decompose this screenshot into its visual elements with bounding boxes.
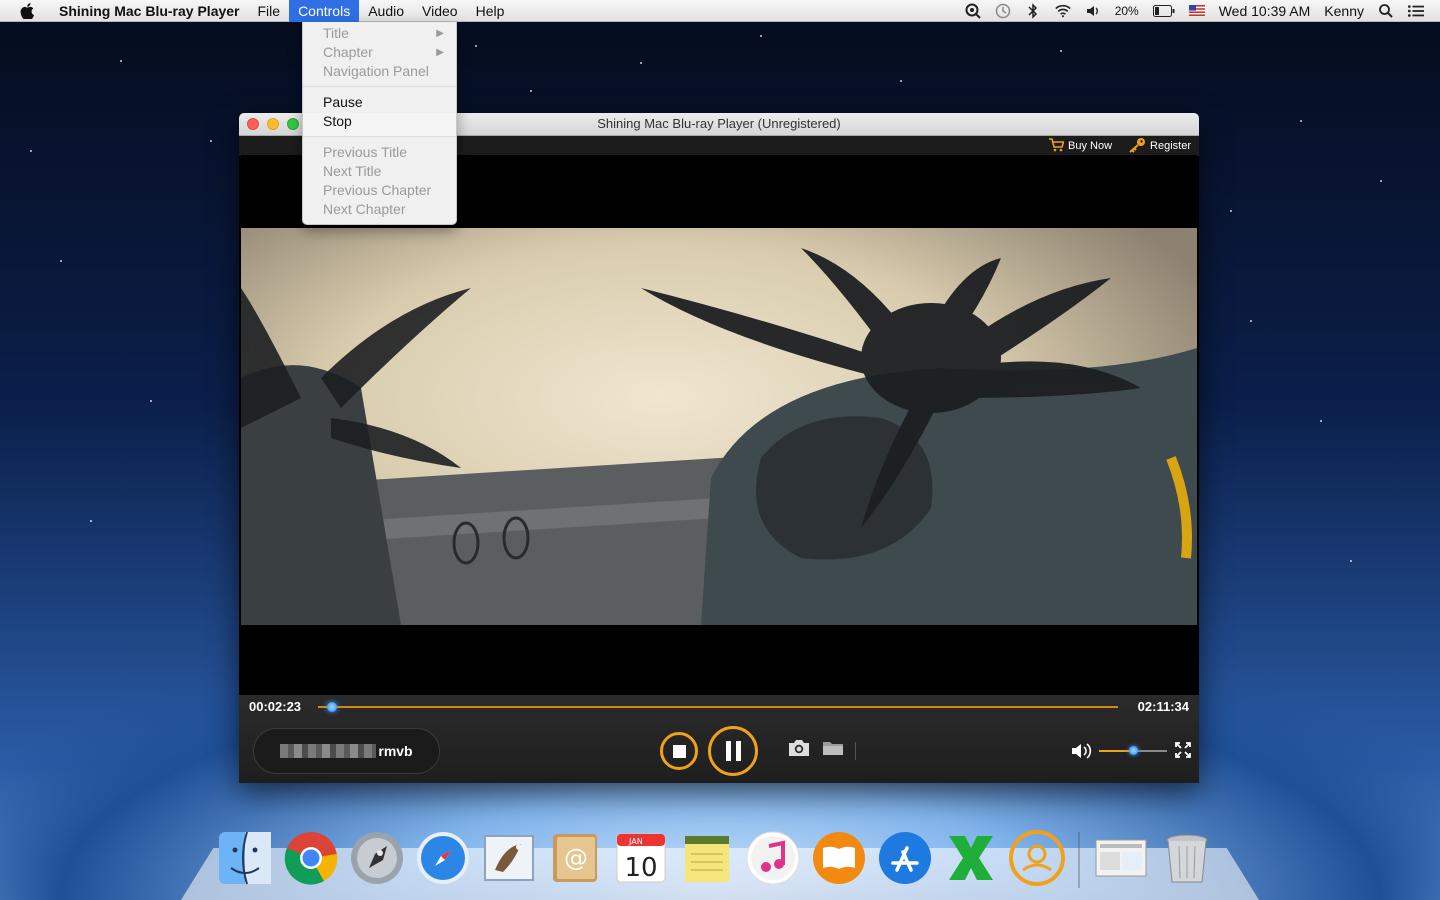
pause-button[interactable] <box>708 726 758 776</box>
menu-audio[interactable]: Audio <box>359 0 413 22</box>
submenu-arrow-icon: ▶ <box>436 28 444 39</box>
menu-item-title-label: Title <box>323 25 349 41</box>
seek-handle[interactable] <box>327 702 338 712</box>
battery-percent: 20% <box>1114 3 1139 18</box>
snapshot-camera-icon[interactable] <box>787 739 811 762</box>
zoom-window-button[interactable] <box>287 118 299 130</box>
cart-icon <box>1048 137 1065 155</box>
notes-icon[interactable] <box>678 828 736 888</box>
fullscreen-icon[interactable] <box>1175 742 1191 763</box>
finder-icon[interactable] <box>216 828 274 888</box>
obscured-filename <box>280 744 377 758</box>
player-icon[interactable] <box>1008 828 1066 888</box>
menu-file[interactable]: File <box>249 0 290 22</box>
volume-status-icon[interactable] <box>1085 3 1101 19</box>
menu-item-next-title[interactable]: Next Title <box>303 162 456 181</box>
bluetooth-icon[interactable] <box>1025 2 1041 19</box>
menu-help[interactable]: Help <box>467 0 514 22</box>
calendar-month: JAN <box>628 837 643 846</box>
menu-item-stop[interactable]: Stop <box>303 112 456 131</box>
safari-icon[interactable] <box>414 828 472 888</box>
menu-separator <box>303 136 456 137</box>
trash-icon[interactable] <box>1158 828 1216 888</box>
app-store-icon[interactable] <box>876 828 934 888</box>
volume-handle[interactable] <box>1128 746 1138 755</box>
video-area[interactable] <box>241 155 1197 695</box>
window-controls <box>247 118 299 130</box>
key-icon <box>1128 137 1146 156</box>
menu-item-next-chapter[interactable]: Next Chapter <box>303 200 456 219</box>
mail-icon[interactable] <box>480 828 538 888</box>
menu-item-chapter-label: Chapter <box>323 44 373 60</box>
time-row: 00:02:23 02:11:34 <box>239 695 1199 717</box>
menu-controls[interactable]: Controls <box>289 0 360 22</box>
apple-icon[interactable] <box>18 2 36 19</box>
battery-icon[interactable] <box>1152 3 1175 19</box>
pause-icon <box>725 741 731 761</box>
chrome-icon[interactable] <box>282 828 340 888</box>
time-machine-icon[interactable] <box>995 3 1011 19</box>
controls-menu: Title ▶ Chapter ▶ Navigation Panel Pause… <box>302 22 457 225</box>
menu-item-previous-chapter[interactable]: Previous Chapter <box>303 181 456 200</box>
register-label: Register <box>1150 140 1191 152</box>
video-frame-image <box>241 248 1197 625</box>
launchpad-icon[interactable] <box>348 828 406 888</box>
flag-us-icon[interactable] <box>1188 3 1205 19</box>
file-name-display: rmvb <box>253 728 440 774</box>
stop-icon <box>672 744 686 758</box>
excel-icon[interactable] <box>942 828 1000 888</box>
menu-item-navigation-panel[interactable]: Navigation Panel <box>303 62 456 81</box>
clock[interactable]: Wed 10:39 AM <box>1219 3 1311 19</box>
dock: @ JAN 10 <box>212 818 1220 888</box>
submenu-arrow-icon: ▶ <box>436 47 444 58</box>
ibooks-icon[interactable] <box>810 828 868 888</box>
duration-time: 02:11:34 <box>1137 698 1189 714</box>
itunes-icon[interactable] <box>744 828 802 888</box>
svg-text:@: @ <box>564 844 588 872</box>
calendar-icon[interactable]: JAN 10 <box>612 828 670 888</box>
seek-bar[interactable] <box>318 706 1118 708</box>
menu-app-name[interactable]: Shining Mac Blu-ray Player <box>50 0 249 22</box>
spotlight-search-icon[interactable] <box>1378 3 1394 19</box>
contacts-icon[interactable]: @ <box>546 828 604 888</box>
stop-button[interactable] <box>660 732 698 770</box>
menu-bar: Shining Mac Blu-ray Player File Controls… <box>0 0 1440 22</box>
wifi-icon[interactable] <box>1054 3 1071 19</box>
open-folder-icon[interactable] <box>822 739 844 762</box>
notification-center-icon[interactable] <box>1408 3 1424 19</box>
control-divider <box>855 742 856 760</box>
menu-item-previous-title[interactable]: Previous Title <box>303 143 456 162</box>
current-time: 00:02:23 <box>249 698 302 714</box>
menu-item-pause[interactable]: Pause <box>303 93 456 112</box>
volume-speaker-icon[interactable] <box>1071 742 1093 765</box>
close-window-button[interactable] <box>247 118 259 130</box>
register-button[interactable]: Register <box>1128 137 1191 156</box>
spotlight-extra-icon[interactable] <box>965 3 981 19</box>
minimize-window-button[interactable] <box>267 118 279 130</box>
buy-now-button[interactable]: Buy Now <box>1048 137 1113 155</box>
file-extension: rmvb <box>378 743 413 759</box>
pause-icon <box>735 741 741 761</box>
menu-item-title[interactable]: Title ▶ <box>303 24 456 43</box>
documents-stack-icon[interactable] <box>1092 828 1150 888</box>
control-bar: 00:02:23 02:11:34 rmvb <box>239 695 1199 783</box>
menu-video[interactable]: Video <box>413 0 467 22</box>
status-area: 20% Wed 10:39 AM Kenny <box>965 3 1440 19</box>
volume-fill <box>1099 750 1133 752</box>
user-name[interactable]: Kenny <box>1324 3 1364 19</box>
buy-now-label: Buy Now <box>1068 140 1113 152</box>
calendar-day: 10 <box>624 853 657 883</box>
video-frame <box>241 228 1197 625</box>
menu-separator <box>303 86 456 87</box>
menu-item-chapter[interactable]: Chapter ▶ <box>303 43 456 62</box>
window-title: Shining Mac Blu-ray Player (Unregistered… <box>597 116 841 131</box>
dock-divider <box>1078 832 1080 888</box>
